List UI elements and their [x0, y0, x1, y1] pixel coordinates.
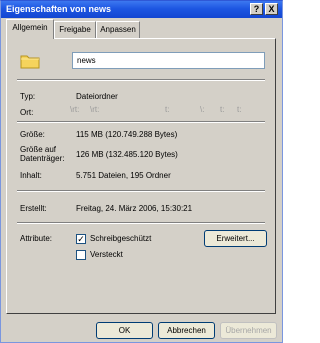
size-value: 115 MB (120.749.288 Bytes): [76, 130, 178, 139]
close-button[interactable]: X: [265, 3, 278, 15]
cancel-button[interactable]: Abbrechen: [158, 322, 215, 339]
advanced-button[interactable]: Erweitert...: [204, 230, 267, 247]
location-fragment: t:: [237, 105, 242, 114]
check-mark-icon: ✓: [77, 234, 85, 244]
created-value: Freitag, 24. März 2006, 15:30:21: [76, 204, 193, 213]
hidden-checkbox[interactable]: [76, 250, 86, 260]
tab-anpassen[interactable]: Anpassen: [96, 21, 140, 38]
title-bar[interactable]: Eigenschaften von news ? X: [1, 1, 282, 18]
tab-freigabe[interactable]: Freigabe: [54, 21, 96, 38]
location-label: Ort:: [20, 108, 34, 117]
separator: [17, 190, 265, 192]
ok-button[interactable]: OK: [96, 322, 153, 339]
type-label: Typ:: [20, 92, 36, 101]
created-label: Erstellt:: [20, 204, 47, 213]
apply-button[interactable]: Übernehmen: [220, 322, 277, 339]
location-fragment: \:: [200, 105, 205, 114]
separator: [17, 222, 265, 224]
readonly-label[interactable]: Schreibgeschützt: [90, 234, 151, 244]
location-fragment: \rt:: [70, 105, 80, 114]
separator: [17, 121, 265, 123]
hidden-label[interactable]: Versteckt: [90, 250, 123, 260]
tab-allgemein[interactable]: Allgemein: [6, 19, 54, 39]
folder-name-input[interactable]: news: [72, 52, 265, 69]
size-label: Größe:: [20, 130, 45, 139]
disk-size-label-line2: Datenträger:: [20, 154, 65, 163]
contents-label: Inhalt:: [20, 171, 42, 180]
attributes-label: Attribute:: [20, 234, 53, 243]
disk-size-value: 126 MB (132.485.120 Bytes): [76, 150, 178, 159]
readonly-checkbox[interactable]: ✓: [76, 234, 86, 244]
contents-value: 5.751 Dateien, 195 Ordner: [76, 171, 171, 180]
location-fragment: t:: [220, 105, 225, 114]
help-button[interactable]: ?: [250, 3, 263, 15]
type-value: Dateiordner: [76, 92, 118, 101]
location-fragment: \rt:: [90, 105, 100, 114]
separator: [17, 79, 265, 81]
location-fragment: t:: [165, 105, 170, 114]
window-title: Eigenschaften von news: [6, 4, 112, 14]
folder-icon: [20, 55, 40, 69]
